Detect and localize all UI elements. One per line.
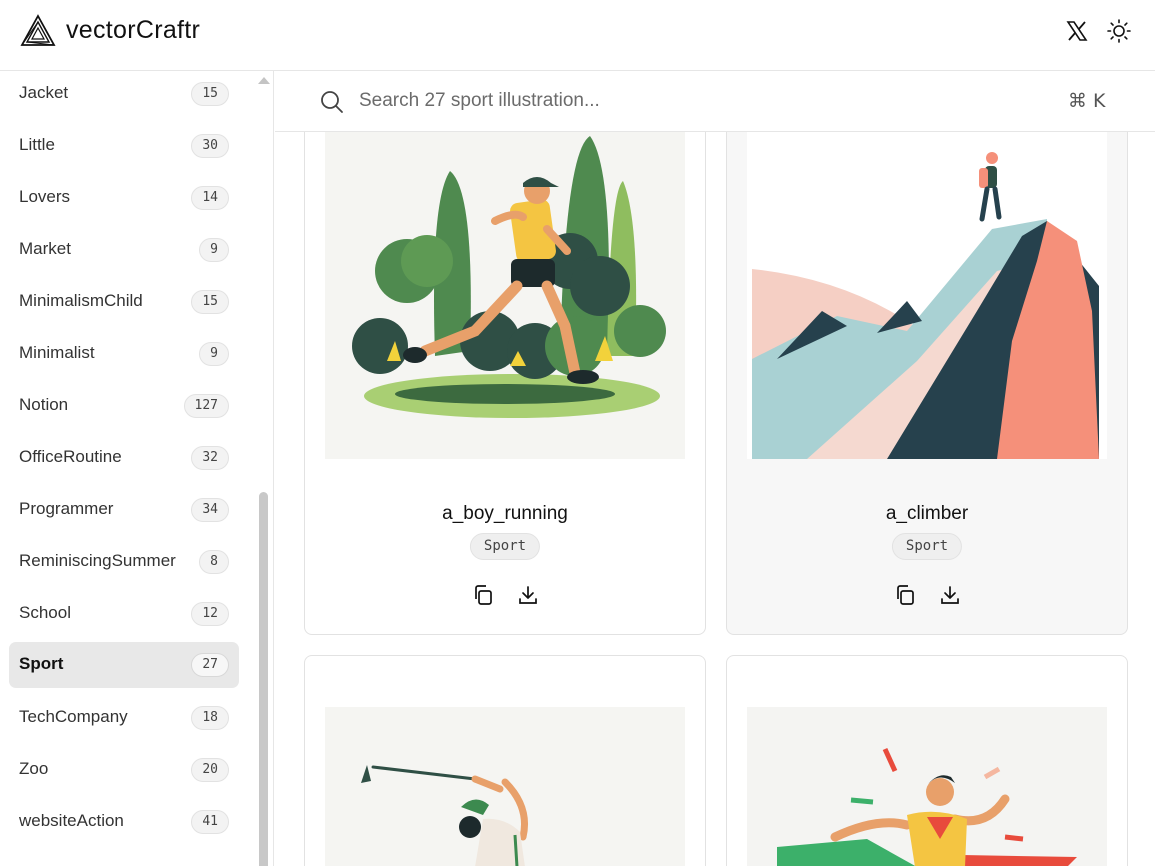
sidebar-item-label: Lovers [19, 187, 71, 206]
sidebar-item-label: websiteAction [19, 811, 124, 830]
search-input[interactable] [359, 87, 1039, 115]
sidebar-item-zoo[interactable]: Zoo 20 [9, 747, 239, 793]
sidebar-item-label: OfficeRoutine [19, 447, 122, 466]
download-icon[interactable] [938, 583, 962, 607]
sidebar-item-minimalist[interactable]: Minimalist 9 [9, 331, 239, 377]
sidebar-item-little[interactable]: Little 30 [9, 123, 239, 169]
count-badge: 9 [199, 342, 229, 366]
illustration-card[interactable] [304, 655, 706, 866]
sidebar-item-label: ReminiscingSummer [19, 551, 176, 570]
count-badge: 18 [191, 706, 229, 730]
sidebar-item-jacket[interactable]: Jacket 15 [9, 71, 239, 117]
sidebar-item-officeroutine[interactable]: OfficeRoutine 32 [9, 435, 239, 481]
card-title[interactable]: a_climber [727, 503, 1127, 525]
count-badge: 14 [191, 186, 229, 210]
sidebar-item-label: Sport [19, 654, 64, 673]
count-badge: 8 [199, 550, 229, 574]
sidebar-item-minimalismchild[interactable]: MinimalismChild 15 [9, 279, 239, 325]
sun-icon[interactable] [1106, 18, 1132, 44]
illustration-card[interactable] [726, 655, 1128, 866]
illustration-card[interactable]: a_boy_running Sport [304, 110, 706, 635]
running-boy-illustration [325, 111, 685, 459]
count-badge: 9 [199, 238, 229, 262]
count-badge: 30 [191, 134, 229, 158]
count-badge: 127 [183, 394, 229, 418]
climber-illustration [747, 111, 1107, 459]
card-title[interactable]: a_boy_running [305, 503, 705, 525]
sidebar-scrollbar[interactable] [257, 71, 270, 866]
sidebar-item-school[interactable]: School 12 [9, 591, 239, 637]
scroll-up-arrow-icon[interactable] [258, 77, 270, 84]
count-badge: 27 [191, 653, 229, 677]
keyboard-shortcut-hint: ⌘ K [1068, 90, 1106, 112]
sidebar-item-label: Minimalist [19, 343, 95, 362]
app-header: vectorCraftr [0, 0, 1155, 71]
illustration-image-sprinter[interactable] [747, 707, 1107, 866]
vectorcraftr-logo-icon[interactable] [20, 14, 56, 48]
category-tag[interactable]: Sport [891, 533, 963, 560]
sidebar-item-label: Market [19, 239, 71, 258]
sidebar-item-label: Zoo [19, 759, 49, 778]
sidebar-item-notion[interactable]: Notion 127 [9, 383, 239, 429]
golfer-illustration [325, 707, 685, 866]
illustration-image-golfer[interactable] [325, 707, 685, 866]
sidebar-item-label: TechCompany [19, 707, 128, 726]
sidebar-item-market[interactable]: Market 9 [9, 227, 239, 273]
sidebar-item-websiteaction[interactable]: websiteAction 41 [9, 799, 239, 845]
sidebar-item-label: Jacket [19, 83, 69, 102]
sidebar-item-label: Programmer [19, 499, 114, 518]
illustration-card[interactable]: a_climber Sport [726, 110, 1128, 635]
count-badge: 34 [191, 498, 229, 522]
sprinter-illustration [747, 707, 1107, 866]
search-bar: ⌘ K [275, 71, 1155, 132]
download-icon[interactable] [516, 583, 540, 607]
x-logo-icon[interactable] [1064, 18, 1090, 44]
copy-icon[interactable] [471, 583, 495, 607]
sidebar-item-label: MinimalismChild [19, 291, 143, 310]
search-icon [321, 91, 343, 113]
count-badge: 20 [191, 758, 229, 782]
category-tag[interactable]: Sport [469, 533, 541, 560]
illustration-image-running-boy[interactable] [325, 111, 685, 459]
sidebar-item-lovers[interactable]: Lovers 14 [9, 175, 239, 221]
sidebar-item-label: Notion [19, 395, 69, 414]
count-badge: 15 [191, 290, 229, 314]
scrollbar-thumb[interactable] [259, 492, 268, 866]
sidebar-item-programmer[interactable]: Programmer 34 [9, 487, 239, 533]
sidebar-item-techcompany[interactable]: TechCompany 18 [9, 695, 239, 741]
sidebar-item-label: School [19, 603, 71, 622]
count-badge: 41 [191, 810, 229, 834]
sidebar-item-label: Little [19, 135, 55, 154]
app-title[interactable]: vectorCraftr [66, 16, 200, 45]
illustration-image-climber[interactable] [747, 111, 1107, 459]
sidebar-item-reminiscingsummer[interactable]: ReminiscingSummer 8 [9, 539, 239, 585]
count-badge: 15 [191, 82, 229, 106]
count-badge: 32 [191, 446, 229, 470]
sidebar-item-sport[interactable]: Sport 27 [9, 642, 239, 688]
copy-icon[interactable] [893, 583, 917, 607]
count-badge: 12 [191, 602, 229, 626]
category-sidebar: Jacket 15 Little 30 Lovers 14 Market 9 M… [0, 71, 274, 866]
